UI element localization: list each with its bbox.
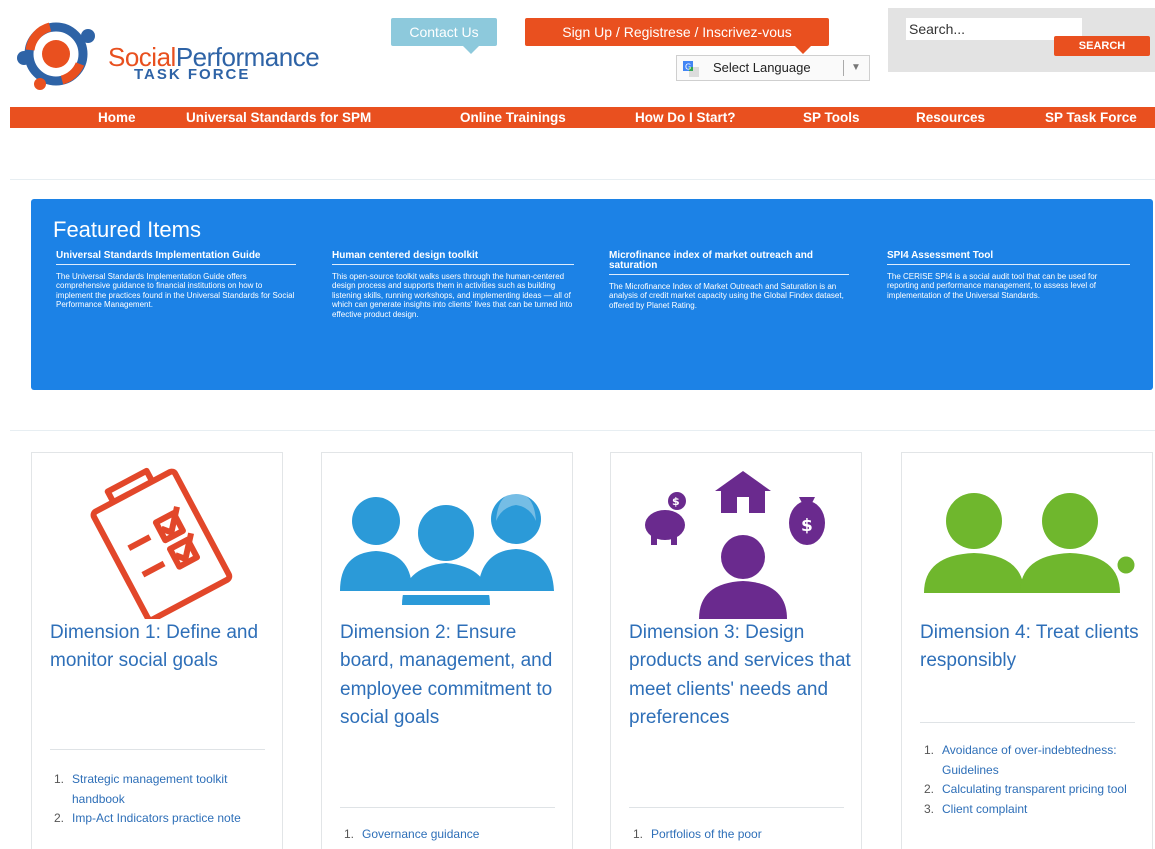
main-nav: Home Universal Standards for SPM Online … [10,107,1155,128]
resource-list: 1. Governance guidance [340,825,560,845]
nav-item-online-trainings[interactable]: Online Trainings [460,107,566,128]
resource-link[interactable]: 1. Strategic management toolkit handbook [50,770,270,809]
dimension-title[interactable]: Dimension 1: Define and monitor social g… [50,619,275,676]
resource-link[interactable]: 1. Governance guidance [340,825,560,845]
card-divider [50,749,265,750]
resource-list: 1. Strategic management toolkit handbook … [50,770,270,829]
featured-item-heading[interactable]: Microfinance index of market outreach an… [609,251,849,275]
card-divider [340,807,555,808]
two-clients-icon [924,493,1138,593]
google-translate-icon: G [683,61,699,77]
resource-list: 1. Portfolios of the poor [629,825,849,845]
divider-top [10,179,1155,180]
divider-middle [10,430,1155,431]
nav-item-universal-standards[interactable]: Universal Standards for SPM [186,107,371,128]
card-divider [920,722,1135,723]
language-select[interactable]: G Select Language ▼ [676,55,870,81]
featured-item[interactable]: Human centered design toolkit This open-… [332,251,574,319]
people-group-icon [340,493,554,605]
svg-text:$: $ [672,495,680,508]
dimension-title[interactable]: Dimension 2: Ensure board, management, a… [340,619,565,733]
nav-item-resources[interactable]: Resources [916,107,985,128]
featured-item-heading[interactable]: SPI4 Assessment Tool [887,251,1130,265]
clipboard-checklist-icon [90,467,233,619]
nav-item-sp-task-force[interactable]: SP Task Force [1045,107,1137,128]
featured-item-text: The Universal Standards Implementation G… [56,272,295,310]
featured-title: Featured Items [53,217,201,242]
featured-items-panel: Featured Items Universal Standards Imple… [31,199,1153,390]
dimension-card-4: Dimension 4: Treat clients responsibly 1… [901,452,1153,849]
featured-item[interactable]: SPI4 Assessment Tool The CERISE SPI4 is … [887,251,1130,300]
chevron-down-icon[interactable]: ▼ [851,56,861,80]
nav-item-home[interactable]: Home [98,107,136,128]
logo-globe-icon [17,22,95,90]
language-divider [843,60,844,76]
card-divider [629,807,844,808]
featured-item[interactable]: Microfinance index of market outreach an… [609,251,849,310]
svg-text:G: G [685,63,691,72]
resource-link[interactable]: 2. Imp-Act Indicators practice note [50,809,270,829]
featured-item-text: The CERISE SPI4 is a social audit tool t… [887,272,1098,300]
contact-us-button[interactable]: Contact Us [391,18,497,54]
nav-item-how-do-i-start[interactable]: How Do I Start? [635,107,736,128]
logo-taskforce-text: TASK FORCE [134,66,251,83]
nav-item-sp-tools[interactable]: SP Tools [803,107,860,128]
featured-item-heading[interactable]: Universal Standards Implementation Guide [56,251,296,265]
search-panel: SEARCH [888,8,1155,72]
signup-button[interactable]: Sign Up / Registrese / Inscrivez-vous [525,18,829,54]
dimension-card-3: $ $ Dimension 3: Design products and ser… [610,452,862,849]
featured-item[interactable]: Universal Standards Implementation Guide… [56,251,296,310]
resource-link[interactable]: 3. Client complaint [920,800,1140,820]
language-label: Select Language [713,60,811,75]
dimension-title[interactable]: Dimension 3: Design products and service… [629,619,854,733]
resource-link[interactable]: 1. Avoidance of over-indebtedness: Guidel… [920,741,1140,780]
resource-link[interactable]: 2. Calculating transparent pricing tool [920,780,1140,800]
site-logo[interactable]: SocialPerformance TASK FORCE [10,14,360,94]
svg-text:$: $ [801,516,813,536]
resource-list: 1. Avoidance of over-indebtedness: Guidel… [920,741,1140,819]
featured-item-text: This open-source toolkit walks users thr… [332,272,573,319]
dimension-card-2: Dimension 2: Ensure board, management, a… [321,452,573,849]
featured-item-text: The Microfinance Index of Market Outreac… [609,282,844,310]
dimension-card-1: Dimension 1: Define and monitor social g… [31,452,283,849]
client-products-icon: $ $ [645,471,825,619]
dimension-title[interactable]: Dimension 4: Treat clients responsibly [920,619,1145,676]
resource-link[interactable]: 1. Portfolios of the poor [629,825,849,845]
search-button[interactable]: SEARCH [1054,36,1150,56]
featured-item-heading[interactable]: Human centered design toolkit [332,251,574,265]
